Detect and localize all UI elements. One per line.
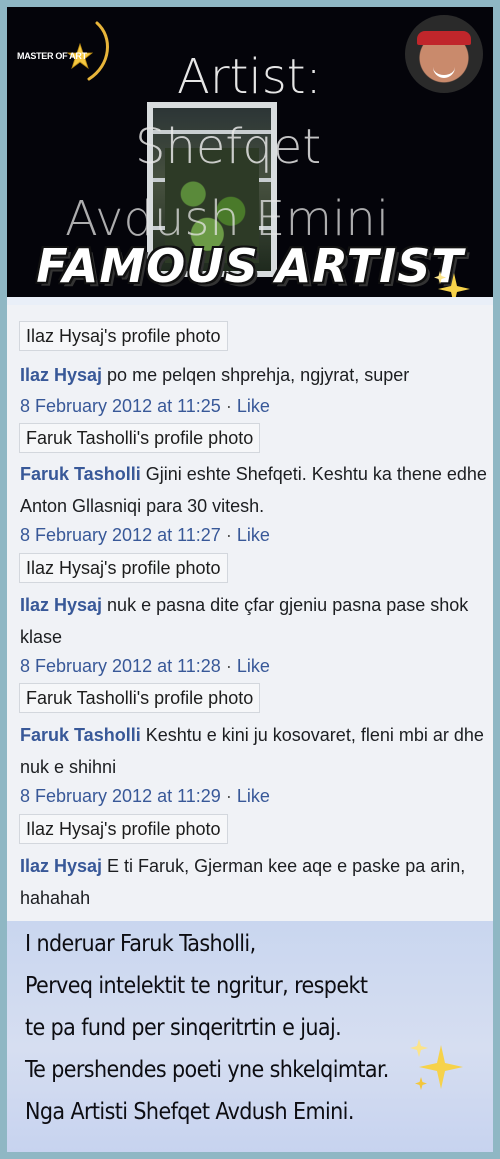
profile-photo-label[interactable]: Faruk Tasholli's profile photo [19,423,261,453]
comment-timestamp[interactable]: 8 February 2012 at 11:29 [20,786,221,806]
avatar[interactable] [405,15,483,93]
tribute-message: I nderuar Faruk Tasholli, Perveq intelek… [7,921,493,1152]
post-frame: MASTER OF ART Artist: Shefqet Avdush Emi… [7,7,493,1152]
commenter-name[interactable]: Ilaz Hysaj [20,856,102,876]
meta-separator: · [225,396,232,416]
title-line-2: Shefqet [135,119,322,175]
message-line: Nga Artisti Shefqet Avdush Emini. [25,1099,354,1125]
sparkle-icon [434,271,470,297]
meta-separator: · [225,786,232,806]
comment-meta: 8 February 2012 at 11:29 · Like [20,783,270,809]
sparkle-icon [410,1039,463,1090]
comment-text: Ilaz Hysaj nuk e pasna dite çfar gjeniu … [20,589,490,653]
comment-body: po me pelqen shprehja, ngjyrat, super [102,365,410,385]
comment-text: Ilaz Hysaj E ti Faruk, Gjerman kee aqe e… [20,850,490,914]
comment-text: Faruk Tasholli Gjini eshte Shefqeti. Kes… [20,458,490,522]
commenter-name[interactable]: Ilaz Hysaj [20,365,102,385]
commenter-name[interactable]: Faruk Tasholli [20,725,141,745]
profile-photo-label[interactable]: Ilaz Hysaj's profile photo [19,321,228,351]
message-line: te pa fund per sinqeritrtin e juaj. [25,1015,342,1041]
message-line: Perveq intelektit te ngritur, respekt [25,973,368,999]
comment-text: Faruk Tasholli Keshtu e kini ju kosovare… [20,719,490,783]
title-line-1: Artist: [177,49,322,105]
comment-meta: 8 February 2012 at 11:25 · Like [20,393,270,419]
like-button[interactable]: Like [237,656,270,676]
meta-separator: · [225,525,232,545]
comment-timestamp[interactable]: 8 February 2012 at 11:28 [20,656,221,676]
profile-photo-label[interactable]: Ilaz Hysaj's profile photo [19,553,228,583]
comment-meta: 8 February 2012 at 11:28 · Like [20,653,270,679]
like-button[interactable]: Like [237,396,270,416]
commenter-name[interactable]: Ilaz Hysaj [20,595,102,615]
comment-meta: 8 February 2012 at 11:27 · Like [20,522,270,548]
meta-separator: · [225,656,232,676]
message-line: Te pershendes poeti yne shkelqimtar. [25,1057,389,1083]
profile-photo-label[interactable]: Faruk Tasholli's profile photo [19,683,261,713]
like-button[interactable]: Like [237,525,270,545]
comment-thread: Ilaz Hysaj's profile photo Ilaz Hysaj po… [7,305,493,921]
comment-timestamp[interactable]: 8 February 2012 at 11:25 [20,396,221,416]
commenter-name[interactable]: Faruk Tasholli [20,464,141,484]
comment-timestamp[interactable]: 8 February 2012 at 11:27 [20,525,221,545]
profile-photo-label[interactable]: Ilaz Hysaj's profile photo [19,814,228,844]
comment-text: Ilaz Hysaj po me pelqen shprehja, ngjyra… [20,359,490,391]
like-button[interactable]: Like [237,786,270,806]
message-line: I nderuar Faruk Tasholli, [25,931,256,957]
artist-banner: MASTER OF ART Artist: Shefqet Avdush Emi… [7,7,493,297]
master-of-art-badge: MASTER OF ART [17,51,87,61]
famous-artist-headline: FAMOUS ARTIST [36,239,464,293]
